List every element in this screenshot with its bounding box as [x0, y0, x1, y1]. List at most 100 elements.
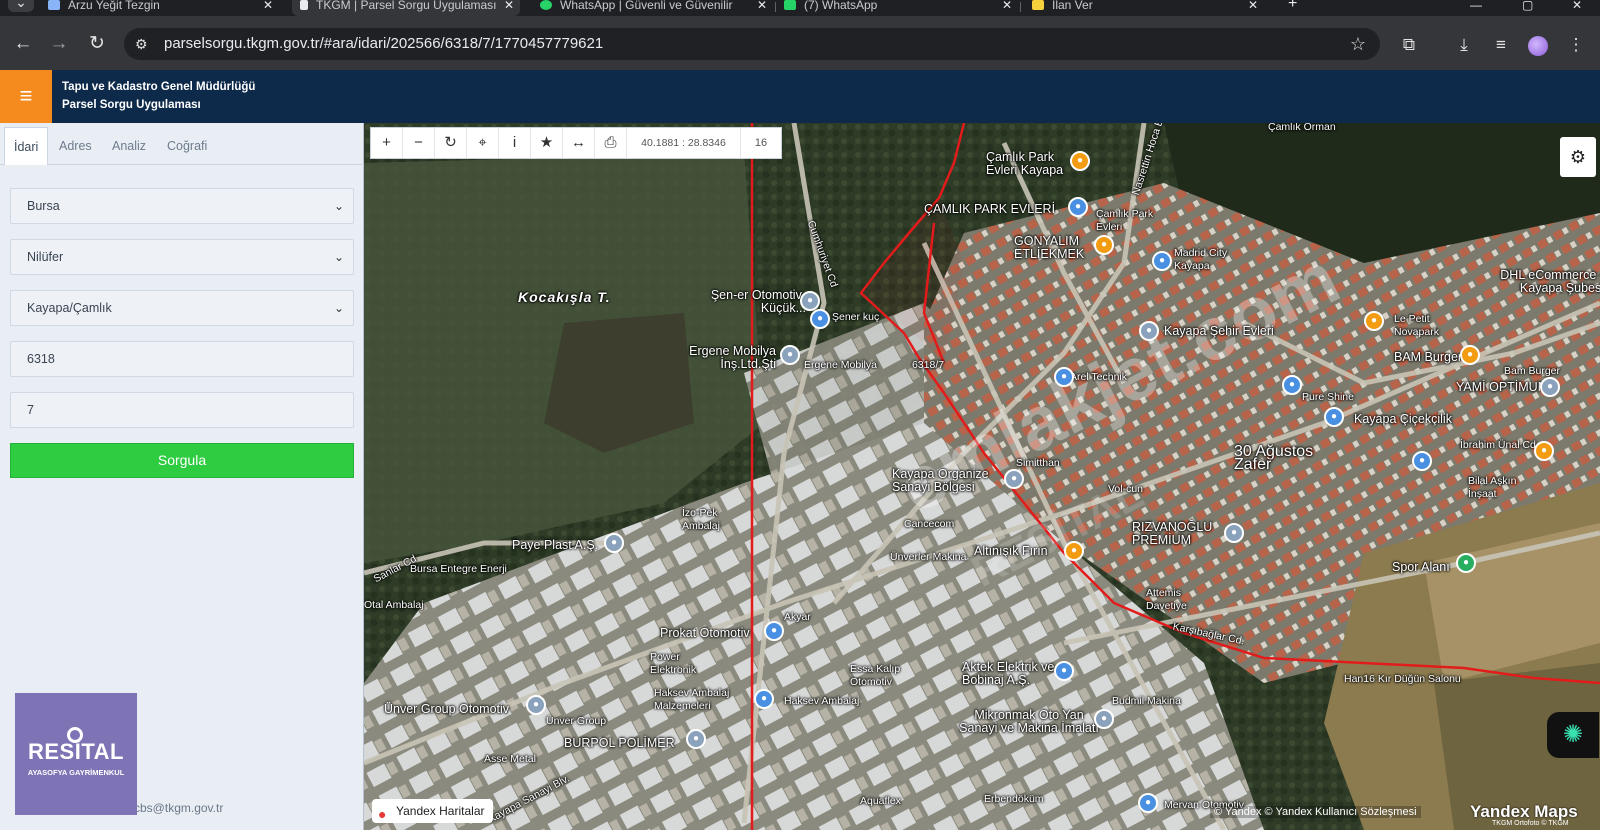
zoom-in-icon[interactable]: + — [371, 128, 403, 158]
restaurant-marker-icon[interactable]: ● — [1534, 441, 1554, 461]
shop-marker-icon[interactable]: ● — [764, 621, 784, 641]
map-view[interactable]: emlakjet.com RESİTAL Kocakışla T. Çamlık… — [364, 123, 1600, 830]
address-bar[interactable]: ⚙ parselsorgu.tkgm.gov.tr/#ara/idari/202… — [124, 28, 1380, 60]
shop-marker-icon[interactable]: ● — [1412, 451, 1432, 471]
close-tab-icon[interactable]: ✕ — [1002, 0, 1012, 11]
map-label: BURPOL POLİMER — [564, 736, 675, 750]
restaurant-marker-icon[interactable]: ● — [1070, 151, 1090, 171]
close-tab-icon[interactable]: ✕ — [263, 0, 273, 11]
assistant-icon[interactable]: ✺ — [1547, 712, 1599, 758]
map-label: Altınışık Fırın — [974, 544, 1048, 558]
close-tab-icon[interactable]: ✕ — [504, 0, 514, 11]
site-settings-icon[interactable]: ⚙ — [135, 36, 151, 52]
forward-icon[interactable]: → — [48, 33, 70, 55]
browser-tab-1[interactable]: Arzu Yeğit Tezgin ✕ — [48, 0, 273, 16]
media-controls-icon[interactable]: ≡ — [1490, 34, 1512, 56]
bookmark-star-icon[interactable]: ☆ — [1350, 34, 1366, 55]
parcel-number-input[interactable]: 7 — [10, 392, 354, 428]
map-label: Ünverler Makina — [890, 551, 967, 563]
browser-tab-3[interactable]: WhatsApp | Güvenli ve Güvenilir ✕ — [540, 0, 767, 16]
favorite-star-icon[interactable]: ★ — [531, 128, 563, 158]
shop-marker-icon[interactable]: ● — [1068, 197, 1088, 217]
browser-tab-2[interactable]: TKGM | Parsel Sorgu Uygulaması ✕ — [292, 0, 520, 16]
back-icon[interactable]: ← — [12, 33, 34, 55]
place-marker-icon[interactable]: ● — [526, 695, 546, 715]
shop-marker-icon[interactable]: ● — [1054, 661, 1074, 681]
map-copyright[interactable]: © Yandex © Yandex Kullanıcı Sözleşmesi — [1210, 806, 1421, 818]
park-marker-icon[interactable]: ● — [1456, 553, 1476, 573]
tab-adres[interactable]: Adres — [50, 127, 101, 165]
district-select[interactable]: Nilüfer ⌄ — [10, 239, 354, 275]
place-marker-icon[interactable]: ● — [1094, 709, 1114, 729]
extensions-icon[interactable]: ⧉ — [1398, 34, 1420, 56]
minimize-icon[interactable]: — — [1470, 0, 1484, 16]
place-marker-icon[interactable]: ● — [780, 345, 800, 365]
map-label: Erbendöküm — [984, 793, 1044, 805]
app-title-line2: Parsel Sorgu Uygulaması — [62, 99, 201, 111]
tab-cografi[interactable]: Coğrafi — [158, 127, 216, 165]
browser-tab-5[interactable]: İlan Ver ✕ — [1032, 0, 1258, 16]
measure-icon[interactable]: ↔ — [563, 128, 595, 158]
open-in-yandex-button[interactable]: ● Yandex Haritalar — [372, 799, 493, 823]
chevron-down-icon: ⌄ — [333, 301, 344, 315]
logo-subtitle: AYASOFYA GAYRİMENKUL — [27, 768, 125, 777]
panel-tabs: İdari Adres Analiz Coğrafi — [0, 127, 364, 165]
footer-email[interactable]: cbs@tkgm.gov.tr — [134, 801, 223, 815]
tab-search-button[interactable]: ⌄ — [8, 0, 34, 12]
map-label: Kayapa Çiçekçilik — [1354, 412, 1452, 426]
tab-title: WhatsApp | Güvenli ve Güvenilir — [560, 0, 733, 12]
maximize-icon[interactable]: ▢ — [1522, 0, 1536, 16]
hamburger-menu-icon[interactable]: ≡ — [0, 70, 52, 123]
school-marker-icon[interactable]: ● — [1282, 375, 1302, 395]
print-icon[interactable]: ⎙ — [595, 128, 627, 158]
info-icon[interactable]: i — [499, 128, 531, 158]
locate-crosshair-icon[interactable]: ⌖ — [467, 128, 499, 158]
map-label: Çamlık Park Evleri — [1096, 208, 1154, 233]
neighborhood-select[interactable]: Kayapa/Çamlık ⌄ — [10, 290, 354, 326]
place-marker-icon[interactable]: ● — [1139, 321, 1159, 341]
restaurant-marker-icon[interactable]: ● — [1094, 235, 1114, 255]
query-button[interactable]: Sorgula — [10, 443, 354, 478]
close-tab-icon[interactable]: ✕ — [1248, 0, 1258, 11]
tab-favicon-icon — [300, 0, 308, 10]
coordinate-readout: 40.1881 : 28.8346 — [627, 128, 741, 158]
bakery-marker-icon[interactable]: ● — [1064, 541, 1084, 561]
shop-marker-icon[interactable]: ● — [1054, 367, 1074, 387]
map-settings-gear-icon[interactable]: ⚙ — [1560, 137, 1596, 177]
zoom-out-icon[interactable]: − — [403, 128, 435, 158]
profile-avatar[interactable] — [1528, 36, 1548, 56]
map-label: Asse Metal — [484, 753, 536, 765]
place-marker-icon[interactable]: ● — [1004, 469, 1024, 489]
place-marker-icon[interactable]: ● — [1224, 523, 1244, 543]
restaurant-marker-icon[interactable]: ● — [1460, 345, 1480, 365]
block-number-input[interactable]: 6318 — [10, 341, 354, 377]
close-tab-icon[interactable]: ✕ — [757, 0, 767, 11]
shop-marker-icon[interactable]: ● — [1152, 251, 1172, 271]
window-close-icon[interactable]: ✕ — [1572, 0, 1586, 16]
browser-tab-4[interactable]: (7) WhatsApp ✕ — [784, 0, 1012, 16]
reload-icon[interactable]: ↻ — [86, 33, 108, 55]
downloads-icon[interactable]: ⤓ — [1453, 34, 1475, 56]
more-menu-icon[interactable]: ⋮ — [1565, 34, 1587, 56]
shop-marker-icon[interactable]: ● — [1138, 793, 1158, 813]
shop-marker-icon[interactable]: ● — [810, 309, 830, 329]
place-marker-icon[interactable]: ● — [800, 291, 820, 311]
place-marker-icon[interactable]: ● — [1540, 377, 1560, 397]
tab-analiz[interactable]: Analiz — [103, 127, 155, 165]
tab-favicon-icon — [48, 0, 60, 10]
province-select[interactable]: Bursa ⌄ — [10, 188, 354, 224]
new-tab-button[interactable]: + — [1288, 0, 1306, 16]
map-label: Kayapa Organize Sanayi Bölgesi — [892, 467, 989, 494]
cafe-marker-icon[interactable]: ● — [1364, 311, 1384, 331]
url-text[interactable]: parselsorgu.tkgm.gov.tr/#ara/idari/20256… — [164, 36, 603, 52]
place-marker-icon[interactable]: ● — [604, 533, 624, 553]
map-label: Simitthan — [1016, 457, 1060, 469]
shop-marker-icon[interactable]: ● — [754, 689, 774, 709]
place-marker-icon[interactable]: ● — [686, 729, 706, 749]
map-label: Çamlık Orman — [1268, 123, 1336, 133]
tab-idari[interactable]: İdari — [4, 127, 49, 165]
refresh-icon[interactable]: ↻ — [435, 128, 467, 158]
map-label: Bam Burger — [1504, 365, 1561, 377]
map-label: Kayapa Şehir Evleri — [1164, 324, 1274, 338]
shop-marker-icon[interactable]: ● — [1324, 407, 1344, 427]
